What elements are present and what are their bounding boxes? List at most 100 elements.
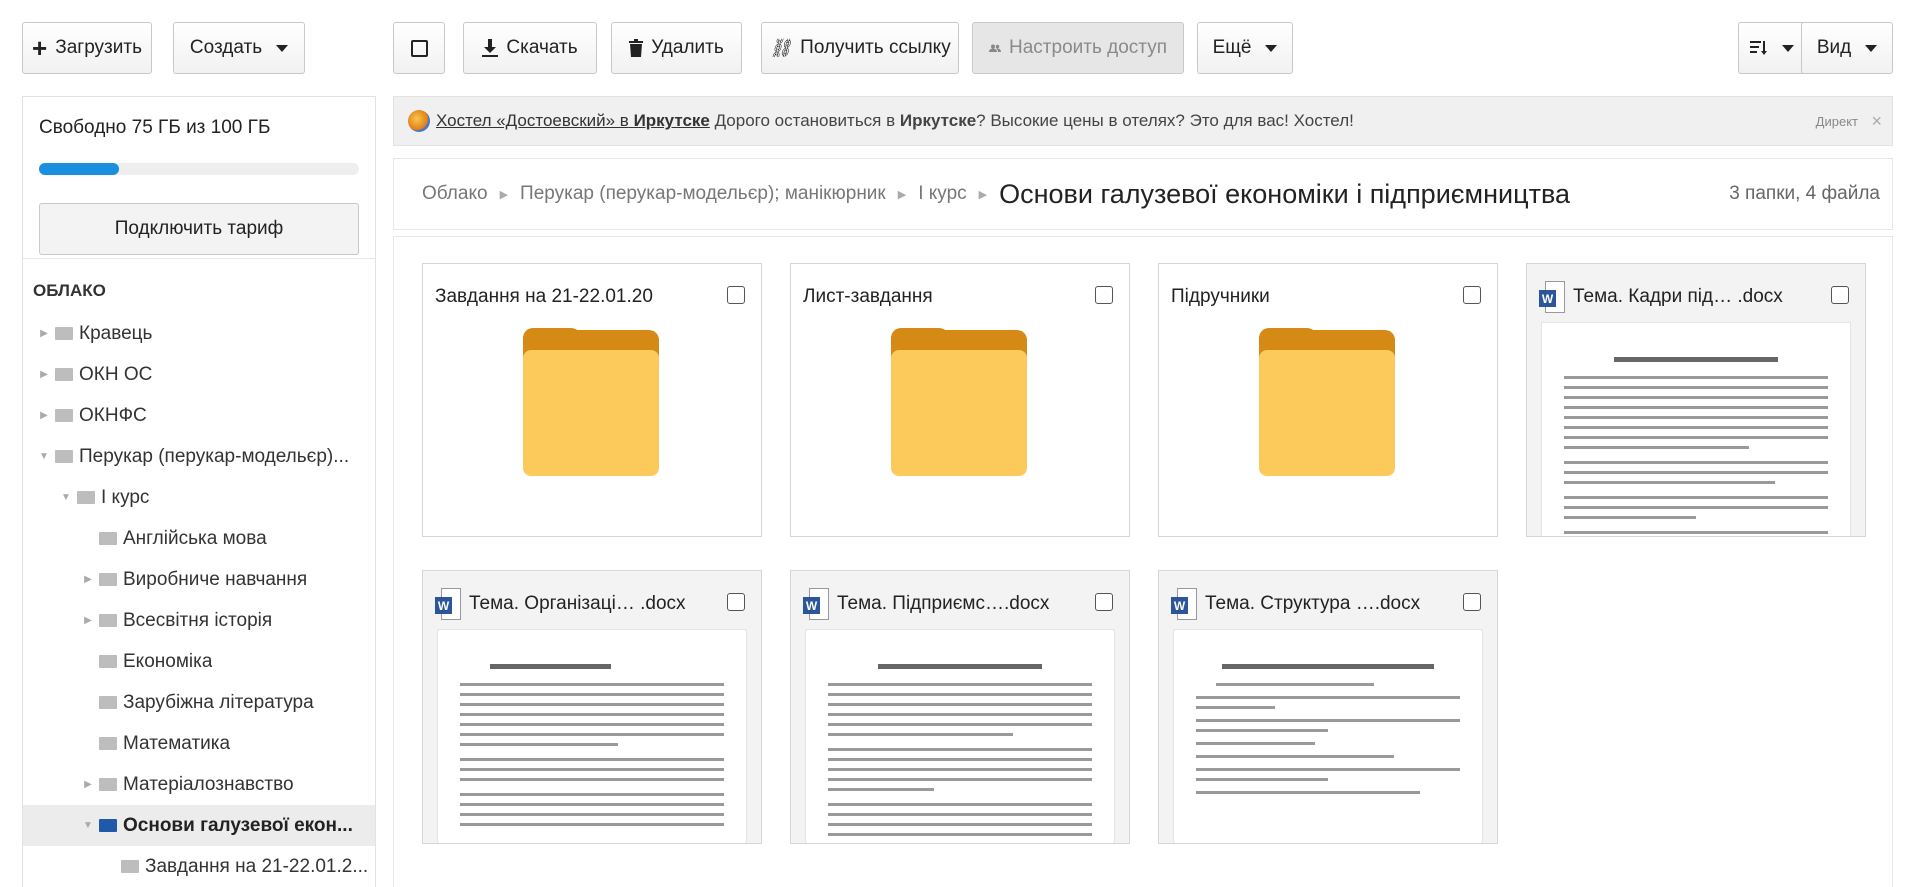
toolbar: + Загрузить Создать Скачать Удалить ⛓ По… (0, 0, 1906, 96)
download-label: Скачать (506, 37, 578, 58)
file-card[interactable]: W Тема. Організаці… .docx (422, 570, 762, 844)
ad-direct-label[interactable]: Директ (1816, 114, 1858, 129)
sidebar-folder-item[interactable]: ▶ Матеріалознавство (23, 764, 375, 805)
item-checkbox[interactable] (1463, 286, 1481, 304)
ad-link-bold: Иркутске (633, 111, 710, 130)
folder-icon (55, 327, 73, 340)
storage-progress-fill (39, 163, 119, 175)
sidebar-folder-item[interactable]: ▶ Всесвітня історія (23, 600, 375, 641)
item-checkbox[interactable] (1095, 286, 1113, 304)
sidebar-folder-label: Математика (123, 732, 231, 754)
breadcrumb-item[interactable]: І курс (918, 183, 966, 205)
chevron-down-icon (1865, 44, 1878, 52)
more-button[interactable]: Ещё (1197, 22, 1293, 74)
sidebar-folder-item[interactable]: ▼ Перукар (перукар-модельєр)... (23, 436, 375, 477)
ad-link-text: Хостел «Достоевский» в (436, 111, 629, 130)
sidebar-folder-label: Матеріалознавство (123, 773, 294, 795)
users-icon (989, 44, 1002, 53)
chevron-right-icon[interactable]: ▶ (37, 328, 51, 339)
folder-icon (55, 450, 73, 463)
folder-card[interactable]: Завдання на 21-22.01.20 (422, 263, 762, 537)
chevron-right-icon: ▶ (978, 188, 988, 201)
ad-link[interactable]: Хостел «Достоевский» в Иркутске (436, 111, 710, 131)
breadcrumb-item[interactable]: Облако (422, 183, 488, 205)
sidebar-folder-item[interactable]: ▶ Кравець (23, 313, 375, 354)
chevron-right-icon[interactable]: ▶ (81, 615, 95, 626)
sidebar-folder-item[interactable]: Зарубіжна література (23, 682, 375, 723)
card-header: W Тема. Структура ….docx (1171, 588, 1485, 620)
sidebar-folder-item[interactable]: Математика (23, 723, 375, 764)
chevron-down-icon[interactable]: ▼ (37, 451, 51, 462)
file-card[interactable]: W Тема. Підприємс….docx (790, 570, 1130, 844)
page-title: Основи галузевої економіки і підприємниц… (999, 178, 1571, 209)
chevron-down-icon (1265, 44, 1278, 52)
folder-icon (77, 491, 95, 504)
sidebar-folder-item[interactable]: ▶ Виробниче навчання (23, 559, 375, 600)
sidebar: Свободно 75 ГБ из 100 ГБ Подключить тари… (22, 96, 376, 887)
file-card[interactable]: W Тема. Структура ….docx (1158, 570, 1498, 844)
card-header: Лист-завдання (803, 282, 1117, 312)
sidebar-folder-item[interactable]: ▶ ОКН ОС (23, 354, 375, 395)
folder-icon (55, 409, 73, 422)
create-label: Создать (189, 37, 263, 58)
file-name: Завдання на 21-22.01.20 (435, 286, 653, 307)
file-name: Підручники (1171, 286, 1270, 307)
folder-icon (99, 696, 117, 709)
tree-title[interactable]: ОБЛАКО (23, 259, 375, 313)
checkbox-icon (410, 39, 428, 57)
folder-icon (55, 368, 73, 381)
delete-button[interactable]: Удалить (611, 22, 742, 74)
sidebar-folder-item[interactable]: ▼ І курс (23, 477, 375, 518)
plus-icon: + (32, 33, 48, 63)
storage-progress (39, 163, 359, 175)
chevron-right-icon[interactable]: ▶ (37, 369, 51, 380)
folder-card[interactable]: Лист-завдання (790, 263, 1130, 537)
sidebar-folder-label: І курс (101, 486, 150, 508)
sort-icon (1750, 41, 1767, 55)
file-name: Лист-завдання (803, 286, 933, 307)
item-checkbox[interactable] (1831, 286, 1849, 304)
file-card[interactable]: W Тема. Кадри під… .docx (1526, 263, 1866, 537)
sidebar-folder-item[interactable]: Англійська мова (23, 518, 375, 559)
item-checkbox[interactable] (727, 286, 745, 304)
more-label: Ещё (1212, 37, 1252, 58)
view-label: Вид (1816, 37, 1852, 58)
select-all-button[interactable] (393, 22, 445, 74)
sidebar-folder-label: Перукар (перукар-модельєр)... (79, 445, 350, 467)
folder-icon (99, 655, 117, 668)
sidebar-folder-item[interactable]: Завдання на 21-22.01.2... (23, 846, 375, 887)
download-button[interactable]: Скачать (463, 22, 597, 74)
access-button[interactable]: Настроить доступ (972, 22, 1184, 74)
create-button[interactable]: Создать (173, 22, 305, 74)
sort-button[interactable] (1738, 22, 1806, 74)
document-preview (1541, 322, 1851, 536)
sidebar-folder-item[interactable]: ▼ Основи галузевої екон... (23, 805, 375, 846)
sidebar-folder-label: Економіка (123, 650, 213, 672)
close-icon[interactable]: × (1871, 111, 1882, 132)
sidebar-folder-item[interactable]: ▶ ОКНФС (23, 395, 375, 436)
item-checkbox[interactable] (727, 593, 745, 611)
access-label: Настроить доступ (1009, 37, 1167, 58)
item-checkbox[interactable] (1095, 593, 1113, 611)
tariff-button[interactable]: Подключить тариф (39, 203, 359, 255)
chevron-down-icon[interactable]: ▼ (59, 492, 73, 503)
get-link-button[interactable]: ⛓ Получить ссылку (761, 22, 959, 74)
file-name: Тема. Структура ….docx (1205, 593, 1421, 614)
view-button[interactable]: Вид (1801, 22, 1893, 74)
upload-button[interactable]: + Загрузить (22, 22, 152, 74)
item-checkbox[interactable] (1463, 593, 1481, 611)
chevron-right-icon[interactable]: ▶ (37, 410, 51, 421)
folder-icon (121, 860, 139, 873)
breadcrumb-item[interactable]: Перукар (перукар-модельєр); манікюрник (520, 183, 886, 205)
sidebar-folder-label: ОКНФС (79, 404, 147, 426)
folder-tree: ▶ Кравець ▶ ОКН ОС ▶ ОКНФС ▼ Перукар (перукар-м… (23, 313, 375, 887)
folder-icon (99, 737, 117, 750)
folder-card[interactable]: Підручники (1158, 263, 1498, 537)
sidebar-folder-item[interactable]: Економіка (23, 641, 375, 682)
chevron-right-icon[interactable]: ▶ (81, 779, 95, 790)
chevron-right-icon[interactable]: ▶ (81, 574, 95, 585)
file-name: Тема. Кадри під… .docx (1573, 286, 1783, 307)
delete-label: Удалить (651, 37, 724, 58)
get-link-label: Получить ссылку (800, 37, 951, 58)
chevron-down-icon[interactable]: ▼ (81, 820, 95, 831)
